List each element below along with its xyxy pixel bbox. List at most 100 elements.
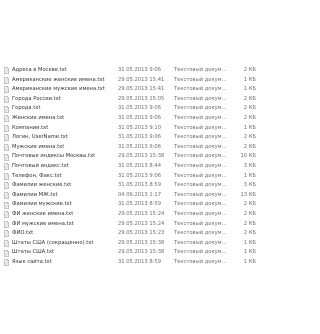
file-row[interactable]: Компании.txt 31.05.2013 9:10 Текстовый док… bbox=[0, 124, 262, 134]
file-modified-date: 31.05.2013 9:06 bbox=[118, 172, 161, 179]
file-name: Города.txt bbox=[12, 105, 41, 112]
file-name: Американские мужские имена.txt bbox=[12, 86, 105, 93]
file-modified-date: 29.05.2013 15:41 bbox=[118, 76, 165, 83]
file-size: 1 КБ bbox=[243, 249, 256, 256]
file-size: 2 КБ bbox=[243, 210, 256, 217]
file-name: ФИ мужские имена.txt bbox=[12, 220, 74, 227]
file-row[interactable]: Штаты США.txt 29.05.2013 15:38 Текстовый д… bbox=[0, 248, 262, 258]
file-modified-date: 29.05.2013 15:24 bbox=[118, 220, 165, 227]
file-modified-date: 04.06.2013 1:17 bbox=[118, 191, 161, 198]
file-size: 2 КБ bbox=[243, 230, 256, 237]
text-file-icon bbox=[4, 115, 9, 123]
text-file-icon bbox=[4, 163, 9, 171]
file-modified-date: 29.05.2013 15:41 bbox=[118, 86, 165, 93]
file-size: 2 КБ bbox=[243, 134, 256, 141]
file-type: Текстовый докум... bbox=[174, 230, 227, 237]
file-size: 13 КБ bbox=[240, 191, 257, 198]
file-size: 3 КБ bbox=[243, 182, 256, 189]
file-type: Текстовый докум... bbox=[174, 182, 227, 189]
file-name: ФИО.txt bbox=[12, 230, 34, 237]
file-modified-date: 29.05.2013 15:23 bbox=[118, 230, 165, 237]
file-row[interactable]: Почтовые индексы Москвы.txt 29.05.2013 15… bbox=[0, 152, 262, 162]
file-modified-date: 29.05.2013 15:38 bbox=[118, 153, 165, 160]
file-row[interactable]: Логин, UserName.txt 31.05.2013 9:06 Тексто… bbox=[0, 133, 262, 143]
file-row[interactable]: Фамилии мужские.txt 31.05.2013 8:59 Тексто… bbox=[0, 200, 262, 210]
file-size: 1 КБ bbox=[243, 258, 256, 265]
file-type: Текстовый докум... bbox=[174, 258, 227, 265]
file-row[interactable]: Женские имена.txt 31.05.2013 9:06 Текстовы… bbox=[0, 114, 262, 124]
file-type: Текстовый докум... bbox=[174, 134, 227, 141]
file-name: Почтовые индексы Москвы.txt bbox=[12, 153, 96, 160]
file-row[interactable]: Города.txt 31.05.2013 9:06 Текстовый докум… bbox=[0, 104, 262, 114]
file-size: 1 КБ bbox=[243, 239, 256, 246]
file-row[interactable]: ФИ женские имена.txt 29.05.2013 15:24 Текс… bbox=[0, 210, 262, 220]
file-row[interactable]: Фамилии МЖ.txt 04.06.2013 1:17 Текстовый д… bbox=[0, 191, 262, 201]
file-name: Штаты США.txt bbox=[12, 249, 55, 256]
text-file-icon bbox=[4, 220, 9, 228]
text-file-icon bbox=[4, 96, 9, 103]
file-row[interactable]: ФИ мужские имена.txt 29.05.2013 15:24 Текс… bbox=[0, 220, 262, 230]
file-type: Текстовый докум... bbox=[174, 201, 227, 208]
file-size: 1 КБ bbox=[243, 172, 256, 179]
file-size: 1 КБ bbox=[243, 86, 256, 93]
file-row[interactable]: Американские мужские имена.txt 29.05.2013… bbox=[0, 85, 262, 95]
file-row[interactable]: Язык сайта.txt 31.05.2013 8:59 Текстовый д… bbox=[0, 258, 262, 268]
file-size: 2 КБ bbox=[243, 67, 256, 73]
file-row[interactable]: Телефон, Факс.txt 31.05.2013 9:06 Текстовы… bbox=[0, 172, 262, 182]
file-type: Текстовый докум... bbox=[174, 153, 227, 160]
file-modified-date: 31.05.2013 8:59 bbox=[118, 258, 161, 265]
file-type: Текстовый докум... bbox=[174, 220, 227, 227]
file-modified-date: 29.05.2013 15:38 bbox=[118, 239, 165, 246]
file-type: Текстовый докум... bbox=[174, 76, 227, 83]
file-modified-date: 31.05.2013 9:06 bbox=[118, 67, 161, 73]
text-file-icon bbox=[4, 192, 9, 199]
text-file-icon bbox=[4, 249, 9, 257]
file-name: Компании.txt bbox=[12, 124, 49, 131]
file-type: Текстовый докум... bbox=[174, 172, 227, 179]
file-modified-date: 31.05.2013 9:06 bbox=[118, 114, 161, 121]
file-type: Текстовый докум... bbox=[174, 249, 227, 256]
file-modified-date: 31.05.2013 9:06 bbox=[118, 105, 161, 112]
file-name: Фамилии МЖ.txt bbox=[12, 191, 58, 198]
file-modified-date: 31.05.2013 9:10 bbox=[118, 124, 161, 131]
file-name: Города России.txt bbox=[12, 95, 61, 102]
file-modified-date: 29.05.2013 15:24 bbox=[118, 210, 165, 217]
file-name: Мужские имена.txt bbox=[12, 143, 65, 150]
file-modified-date: 31.05.2013 9:06 bbox=[118, 143, 161, 150]
text-file-icon bbox=[4, 240, 9, 247]
text-file-icon bbox=[4, 172, 9, 180]
file-name: Фамилии женские.txt bbox=[12, 182, 72, 189]
text-file-icon bbox=[4, 211, 9, 219]
file-row[interactable]: Мужские имена.txt 31.05.2013 9:06 Текстовы… bbox=[0, 143, 262, 153]
file-name: Фамилии мужские.txt bbox=[12, 201, 72, 208]
file-row[interactable]: Фамилии женские.txt 31.05.2013 8:59 Тексто… bbox=[0, 181, 262, 191]
file-row[interactable]: Американские женские имена.txt 29.05.2013… bbox=[0, 76, 262, 86]
text-file-icon bbox=[4, 125, 9, 132]
file-name: Американские женские имена.txt bbox=[12, 76, 105, 83]
file-size: 2 КБ bbox=[243, 201, 256, 208]
text-file-icon bbox=[4, 134, 9, 142]
file-size: 2 КБ bbox=[243, 105, 256, 112]
file-row[interactable]: Города России.txt 29.05.2013 15:05 Текстов… bbox=[0, 95, 262, 105]
file-modified-date: 29.05.2013 15:38 bbox=[118, 249, 165, 256]
file-name: ФИ женские имена.txt bbox=[12, 210, 74, 217]
file-name: Штаты США (сокращенно).txt bbox=[12, 239, 94, 246]
file-size: 1 КБ bbox=[243, 76, 256, 83]
file-type: Текстовый докум... bbox=[174, 124, 227, 131]
text-file-icon bbox=[4, 105, 9, 113]
file-size: 2 КБ bbox=[243, 95, 256, 102]
text-file-icon bbox=[4, 153, 9, 161]
text-file-icon bbox=[4, 67, 9, 75]
file-size: 3 КБ bbox=[243, 162, 256, 169]
file-type: Текстовый докум... bbox=[174, 210, 227, 217]
file-row[interactable]: Почтовый индекс.txt 31.05.2013 8:44 Тексто… bbox=[0, 162, 262, 172]
file-row[interactable]: ФИО.txt 29.05.2013 15:23 Текстовый докум..… bbox=[0, 229, 262, 239]
file-row[interactable]: Штаты США (сокращенно).txt 29.05.2013 15:… bbox=[0, 239, 262, 249]
text-file-icon bbox=[4, 144, 9, 151]
file-modified-date: 31.05.2013 8:44 bbox=[118, 162, 161, 169]
file-row[interactable]: Адреса в Москве.txt 31.05.2013 9:06 Тексто… bbox=[0, 66, 262, 76]
file-size: 10 КБ bbox=[240, 153, 257, 160]
text-file-icon bbox=[4, 182, 9, 190]
file-type: Текстовый докум... bbox=[174, 143, 227, 150]
file-type: Текстовый докум... bbox=[174, 162, 227, 169]
